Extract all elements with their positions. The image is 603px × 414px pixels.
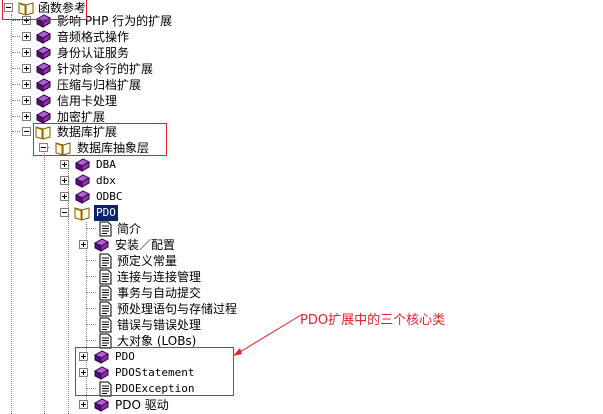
tree-node-label-selected: PDO: [94, 205, 118, 221]
book-icon: [74, 174, 90, 188]
book-icon: [35, 30, 51, 44]
document-icon: [99, 317, 112, 333]
book-icon: [35, 94, 51, 108]
tree-node-install[interactable]: 安装／配置: [0, 237, 320, 253]
expand-toggle[interactable]: [60, 176, 69, 185]
book-icon: [93, 238, 109, 252]
open-book-icon: [74, 207, 90, 221]
tree-line: [12, 20, 20, 21]
tree-node-odbc[interactable]: ODBC: [0, 189, 320, 205]
book-icon: [93, 398, 109, 412]
tree-node-connections[interactable]: 连接与连接管理: [0, 269, 320, 285]
tree-node-label: 预处理语句与存储过程: [117, 302, 238, 316]
book-icon: [35, 46, 51, 60]
tree-line: [87, 308, 96, 309]
book-icon: [74, 190, 90, 204]
tree-node-label: 简介: [117, 222, 142, 236]
tree-node-label: ODBC: [96, 190, 123, 203]
tree-line: [12, 68, 20, 69]
tree-line: [87, 260, 96, 261]
expand-toggle[interactable]: [22, 112, 31, 121]
tree-node-cli[interactable]: 针对命令行的扩展: [0, 61, 320, 77]
tree-node-pdo-drivers[interactable]: PDO 驱动: [0, 397, 320, 413]
book-icon: [35, 62, 51, 76]
tree-node-label: 针对命令行的扩展: [57, 62, 154, 76]
tree-line: [12, 100, 20, 101]
tree-node-transactions[interactable]: 事务与自动提交: [0, 285, 320, 301]
expand-toggle[interactable]: [22, 80, 31, 89]
collapse-toggle[interactable]: [22, 127, 31, 136]
tree-line: [12, 84, 20, 85]
tree-line: [87, 340, 96, 341]
expand-toggle[interactable]: [22, 48, 31, 57]
tree-node-label: PDO 驱动: [115, 398, 169, 412]
tree-line: [87, 228, 96, 229]
tree-node-constants[interactable]: 预定义常量: [0, 253, 320, 269]
tree-node-label: dbx: [96, 174, 116, 187]
tree-node-credit-card[interactable]: 信用卡处理: [0, 93, 320, 109]
expand-toggle[interactable]: [79, 240, 88, 249]
annotation-text: PDO扩展中的三个核心类: [300, 313, 446, 328]
tree-node-dbx[interactable]: dbx: [0, 173, 320, 189]
tree-node-label: 信用卡处理: [57, 94, 118, 108]
collapse-toggle[interactable]: [60, 208, 69, 217]
tree-node-label: 音频格式操作: [57, 30, 130, 44]
expand-toggle[interactable]: [22, 96, 31, 105]
tree-node-label: 连接与连接管理: [117, 270, 202, 284]
tree-node-label: 压缩与归档扩展: [57, 78, 142, 92]
highlight-box-core-classes: [75, 347, 234, 396]
tree-node-label: DBA: [96, 158, 116, 171]
document-icon: [99, 253, 112, 269]
book-icon: [74, 158, 90, 172]
expand-toggle[interactable]: [22, 64, 31, 73]
tree-node-intro[interactable]: 简介: [0, 221, 320, 237]
tree-node-dba[interactable]: DBA: [0, 157, 320, 173]
document-icon: [99, 221, 112, 237]
annotation-arrow: [233, 314, 302, 356]
tree-node-auth[interactable]: 身份认证服务: [0, 45, 320, 61]
expand-toggle[interactable]: [60, 160, 69, 169]
document-icon: [99, 285, 112, 301]
expand-toggle[interactable]: [79, 400, 88, 409]
tree-line: [12, 36, 20, 37]
expand-toggle[interactable]: [60, 192, 69, 201]
document-icon: [99, 301, 112, 317]
tree-node-label: 预定义常量: [117, 254, 178, 268]
tree-node-label: 身份认证服务: [57, 46, 130, 60]
tree-line: [12, 131, 20, 132]
tree-node-label: 事务与自动提交: [117, 286, 202, 300]
highlight-box-root: [2, 0, 87, 20]
document-icon: [99, 269, 112, 285]
tree-line: [87, 292, 96, 293]
tree-node-compression[interactable]: 压缩与归档扩展: [0, 77, 320, 93]
tree-line: [87, 324, 96, 325]
tree-line: [12, 116, 20, 117]
tree-node-label: 安装／配置: [115, 238, 176, 252]
book-icon: [35, 78, 51, 92]
tree-line: [87, 276, 96, 277]
tree-node-label: 错误与错误处理: [117, 318, 202, 332]
highlight-box-database: [33, 123, 167, 156]
expand-toggle[interactable]: [22, 32, 31, 41]
tree-node-pdo[interactable]: PDO: [0, 205, 320, 221]
tree-line: [12, 52, 20, 53]
tree-node-audio[interactable]: 音频格式操作: [0, 29, 320, 45]
